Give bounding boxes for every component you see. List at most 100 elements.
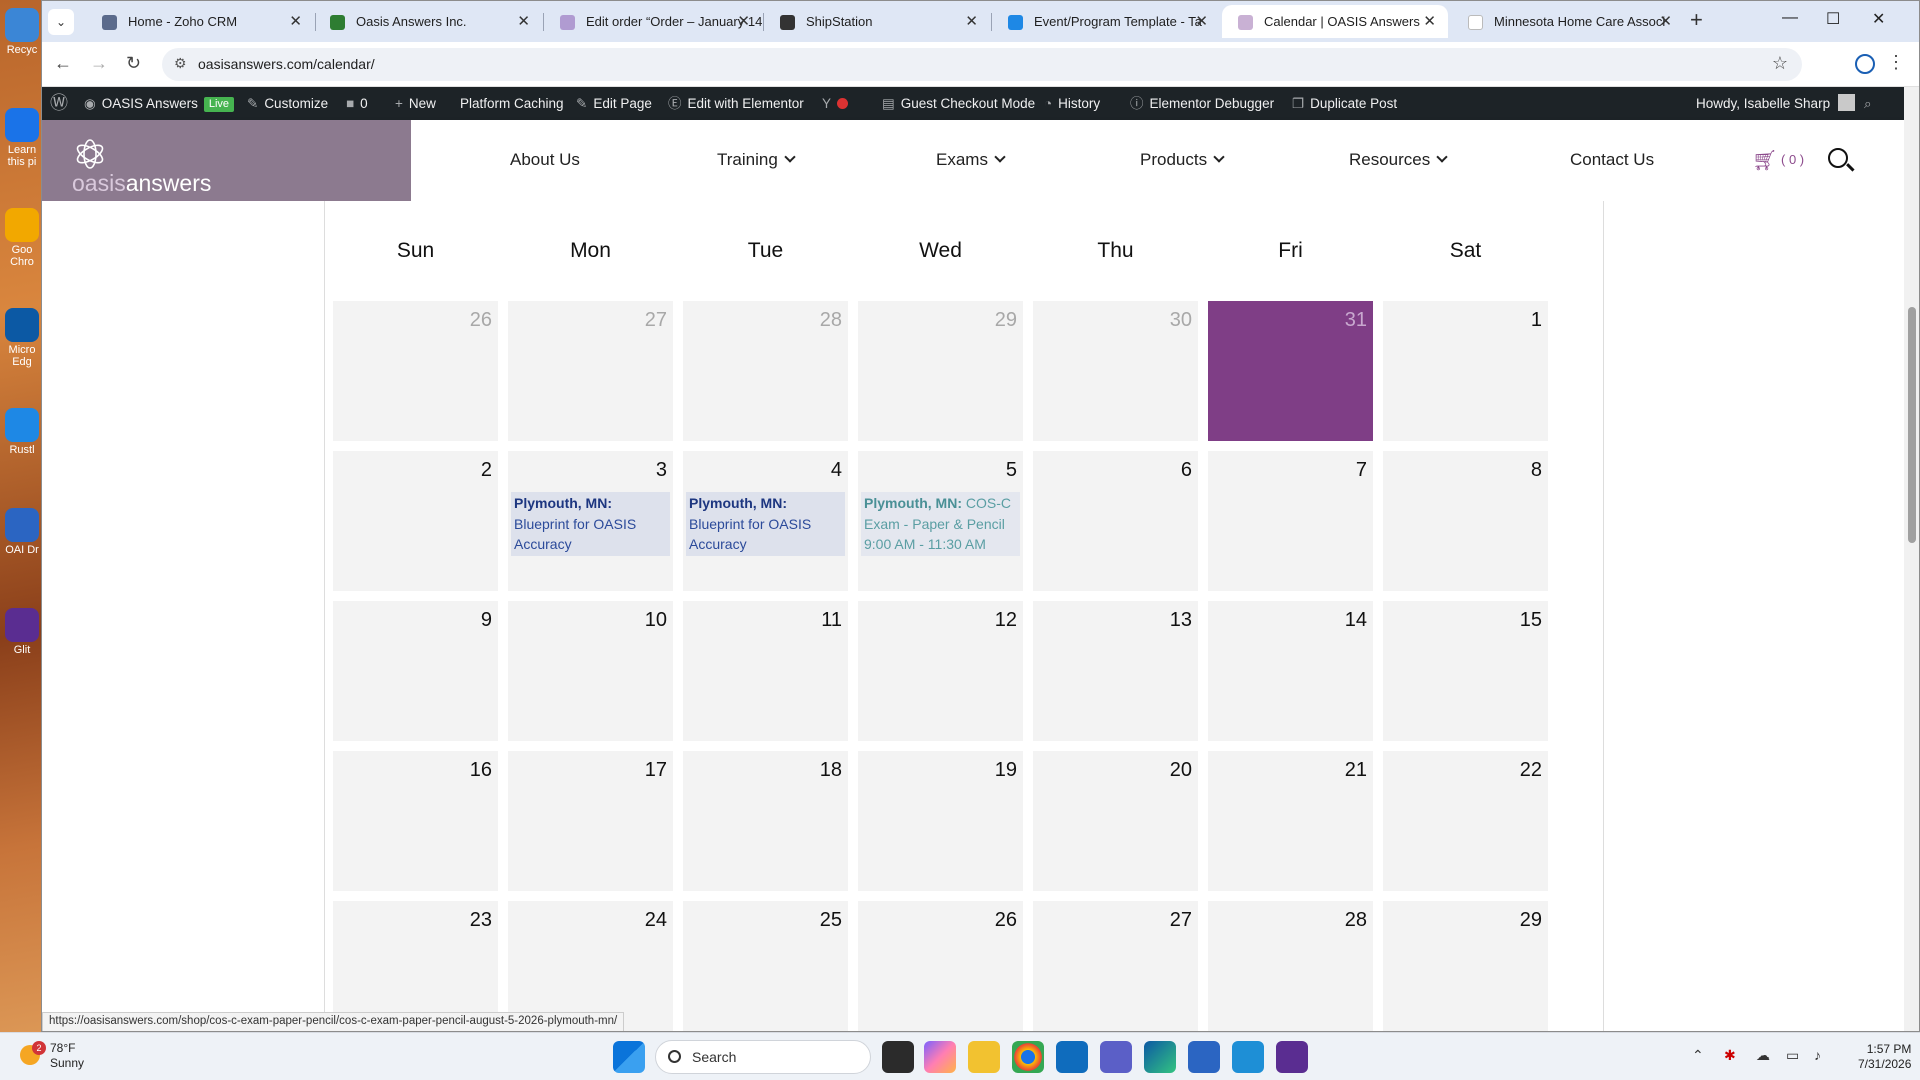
nav-contact-us[interactable]: Contact Us [1570, 150, 1654, 170]
back-icon[interactable]: ← [54, 53, 72, 74]
admin-duplicate-post[interactable]: ❐ Duplicate Post [1292, 87, 1397, 120]
desktop-icon[interactable]: Learn this pi [2, 108, 42, 168]
admin-site-name[interactable]: ◉ OASIS Answers Live [84, 87, 235, 120]
profile-icon[interactable] [1855, 54, 1875, 74]
browser-tab[interactable]: Minnesota Home Care Associ ✕ [1452, 5, 1684, 38]
admin-seo[interactable]: Y [822, 87, 849, 120]
admin-new[interactable]: + New [395, 87, 436, 120]
calendar-event[interactable]: Plymouth, MN: COS-C Exam - Paper & Penci… [861, 492, 1020, 556]
calendar-day[interactable]: 2 [333, 451, 498, 591]
calendar-day[interactable]: 26 [858, 901, 1023, 1031]
minimize-icon[interactable]: — [1782, 9, 1798, 27]
browser-tab[interactable]: Event/Program Template - Ta ✕ [992, 5, 1220, 38]
tab-close-icon[interactable]: ✕ [737, 5, 750, 38]
calendar-day[interactable]: 1 [1383, 301, 1548, 441]
tab-close-icon[interactable]: ✕ [1195, 5, 1208, 38]
clock[interactable]: 1:57 PM 7/31/2026 [1858, 1042, 1911, 1072]
admin-history[interactable]: ◔ History [1044, 87, 1100, 120]
nav-products[interactable]: Products [1140, 150, 1225, 170]
page-scrollbar[interactable] [1904, 87, 1919, 1031]
calendar-day[interactable]: 22 [1383, 751, 1548, 891]
calendar-day[interactable]: 12 [858, 601, 1023, 741]
task-view-icon[interactable] [882, 1041, 914, 1073]
calendar-day[interactable]: 16 [333, 751, 498, 891]
calendar-day[interactable]: 25 [683, 901, 848, 1031]
scrollbar-thumb[interactable] [1908, 307, 1916, 543]
desktop-icon[interactable]: OAI Dr [2, 508, 42, 556]
admin-guest-checkout[interactable]: ▤ Guest Checkout Mode [882, 87, 1035, 120]
calendar-day[interactable]: 29 [1383, 901, 1548, 1031]
browser-tab[interactable]: Oasis Answers Inc. ✕ [314, 5, 542, 38]
forward-icon[interactable]: → [90, 53, 108, 74]
calendar-day[interactable]: 7 [1208, 451, 1373, 591]
calendar-day[interactable]: 27 [508, 301, 673, 441]
taskbar-search[interactable]: Search [655, 1040, 871, 1074]
admin-edit-page[interactable]: ✎ Edit Page [576, 87, 652, 120]
calendar-day[interactable]: 30 [1033, 301, 1198, 441]
site-logo[interactable]: oasisanswers [42, 120, 411, 201]
calendar-day[interactable]: 9 [333, 601, 498, 741]
reload-icon[interactable]: ↻ [126, 53, 141, 74]
tab-close-icon[interactable]: ✕ [1423, 5, 1436, 38]
admin-edit-elementor[interactable]: Ⓔ Edit with Elementor [668, 87, 804, 120]
desktop-icon[interactable]: Glit [2, 608, 42, 656]
admin-search-icon[interactable]: ⌕ [1864, 87, 1872, 120]
calendar-day[interactable]: 18 [683, 751, 848, 891]
start-button[interactable] [613, 1041, 645, 1073]
browser-tab[interactable]: ShipStation ✕ [764, 5, 990, 38]
edge-icon[interactable] [1144, 1041, 1176, 1073]
notepad-icon[interactable] [1232, 1041, 1264, 1073]
file-explorer-icon[interactable] [968, 1041, 1000, 1073]
calendar-day[interactable]: 10 [508, 601, 673, 741]
copilot-icon[interactable] [924, 1041, 956, 1073]
nav-about-us[interactable]: About Us [510, 150, 580, 170]
close-window-icon[interactable]: ✕ [1872, 9, 1885, 29]
calendar-day[interactable]: 29 [858, 301, 1023, 441]
calendar-day[interactable]: 21 [1208, 751, 1373, 891]
cart-button[interactable]: 🛒︎ ( 0 ) [1752, 148, 1804, 173]
bookmark-star-icon[interactable]: ☆ [1772, 53, 1788, 74]
chrome-icon[interactable] [1012, 1041, 1044, 1073]
calendar-day[interactable]: 19 [858, 751, 1023, 891]
admin-comments[interactable]: ■ 0 [346, 87, 368, 120]
store-icon[interactable] [1188, 1041, 1220, 1073]
maximize-icon[interactable]: ☐ [1826, 9, 1840, 29]
calendar-day[interactable]: 26 [333, 301, 498, 441]
calendar-day[interactable]: 14 [1208, 601, 1373, 741]
omnibox[interactable]: ⚙ oasisanswers.com/calendar/ ☆ [162, 48, 1802, 81]
calendar-day[interactable]: 31 [1208, 301, 1373, 441]
nav-training[interactable]: Training [717, 150, 796, 170]
admin-customize[interactable]: ✎ Customize [247, 87, 328, 120]
site-info-icon[interactable]: ⚙ [174, 55, 187, 72]
calendar-day[interactable]: 4 Plymouth, MN: Blueprint for OASIS Accura… [683, 451, 848, 591]
url-text[interactable]: oasisanswers.com/calendar/ [198, 56, 375, 72]
display-icon[interactable]: ▭ [1786, 1047, 1799, 1064]
tray-chevron-icon[interactable]: ⌃ [1692, 1047, 1704, 1064]
calendar-day[interactable]: 8 [1383, 451, 1548, 591]
calendar-day[interactable]: 6 [1033, 451, 1198, 591]
admin-account[interactable]: Howdy, Isabelle Sharp [1696, 87, 1856, 120]
tray-app-icon[interactable]: ✱ [1724, 1047, 1736, 1064]
tab-close-icon[interactable]: ✕ [289, 5, 302, 38]
volume-icon[interactable]: ♪ [1814, 1047, 1821, 1063]
calendar-day[interactable]: 17 [508, 751, 673, 891]
calendar-day[interactable]: 27 [1033, 901, 1198, 1031]
calendar-day[interactable]: 13 [1033, 601, 1198, 741]
outlook-icon[interactable] [1056, 1041, 1088, 1073]
calendar-event[interactable]: Plymouth, MN: Blueprint for OASIS Accurac… [686, 492, 845, 556]
cloud-off-icon[interactable]: ☁ [1756, 1047, 1770, 1064]
browser-tab[interactable]: Edit order “Order – January 14 ✕ [544, 5, 762, 38]
admin-platform-caching[interactable]: Platform Caching [460, 87, 564, 120]
browser-tab[interactable]: Calendar | OASIS Answers ✕ [1222, 5, 1448, 38]
browser-tab[interactable]: Home - Zoho CRM ✕ [86, 5, 314, 38]
calendar-day[interactable]: 28 [1208, 901, 1373, 1031]
tab-close-icon[interactable]: ✕ [517, 5, 530, 38]
desktop-icon[interactable]: Micro Edg [2, 308, 42, 368]
calendar-day[interactable]: 28 [683, 301, 848, 441]
teams-icon[interactable] [1100, 1041, 1132, 1073]
new-tab-button[interactable]: + [1690, 7, 1703, 33]
tab-close-icon[interactable]: ✕ [1659, 5, 1672, 38]
calendar-event[interactable]: Plymouth, MN: Blueprint for OASIS Accurac… [511, 492, 670, 556]
desktop-icon[interactable]: Recyc [2, 8, 42, 56]
calendar-day[interactable]: 5 Plymouth, MN: COS-C Exam - Paper & Penc… [858, 451, 1023, 591]
